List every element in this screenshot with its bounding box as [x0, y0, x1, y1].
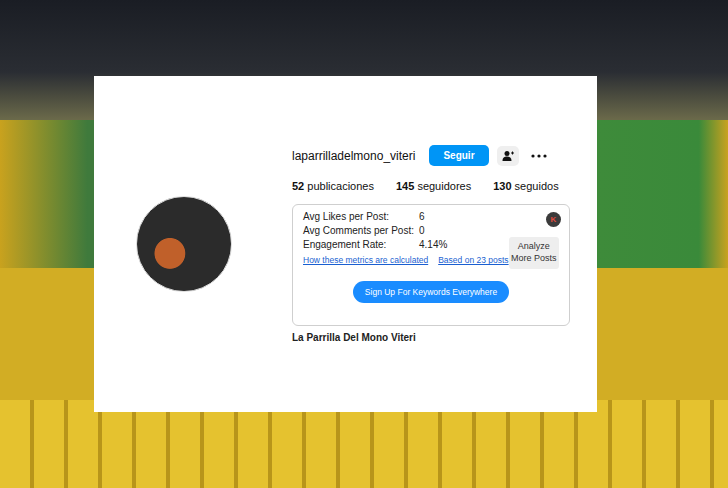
- profile-card: laparrilladelmono_viteri Seguir 52 publi…: [94, 76, 597, 412]
- profile-avatar[interactable]: [136, 196, 232, 292]
- signup-button[interactable]: Sign Up For Keywords Everywhere: [353, 281, 509, 303]
- metric-row: Avg Likes per Post: 6: [303, 211, 509, 222]
- metrics-box: K Avg Likes per Post: 6 Avg Comments per …: [292, 204, 570, 325]
- metrics-link[interactable]: Based on 23 posts: [438, 255, 508, 265]
- username: laparrilladelmono_viteri: [292, 149, 415, 163]
- metric-row: Avg Comments per Post: 0: [303, 225, 509, 236]
- stat-item[interactable]: 130 seguidos: [493, 180, 558, 192]
- suggest-button[interactable]: [497, 146, 519, 166]
- keywords-badge[interactable]: K: [546, 212, 561, 227]
- more-icon: [531, 154, 547, 158]
- stats-row: 52 publicaciones 145 seguidores 130 seguid…: [292, 180, 572, 192]
- person-add-icon: [502, 150, 514, 162]
- stat-item[interactable]: 145 seguidores: [396, 180, 471, 192]
- metric-row: Engagement Rate: 4.14%: [303, 239, 509, 250]
- analyze-button[interactable]: Analyze More Posts: [509, 237, 559, 268]
- metrics-link[interactable]: How these metrics are calculated: [303, 255, 428, 265]
- follow-button[interactable]: Seguir: [429, 145, 488, 166]
- more-button[interactable]: [527, 154, 547, 158]
- profile-name: La Parrilla Del Mono Viteri: [292, 332, 572, 343]
- stat-item[interactable]: 52 publicaciones: [292, 180, 374, 192]
- background-photo: laparrilladelmono_viteri Seguir 52 publi…: [0, 0, 728, 488]
